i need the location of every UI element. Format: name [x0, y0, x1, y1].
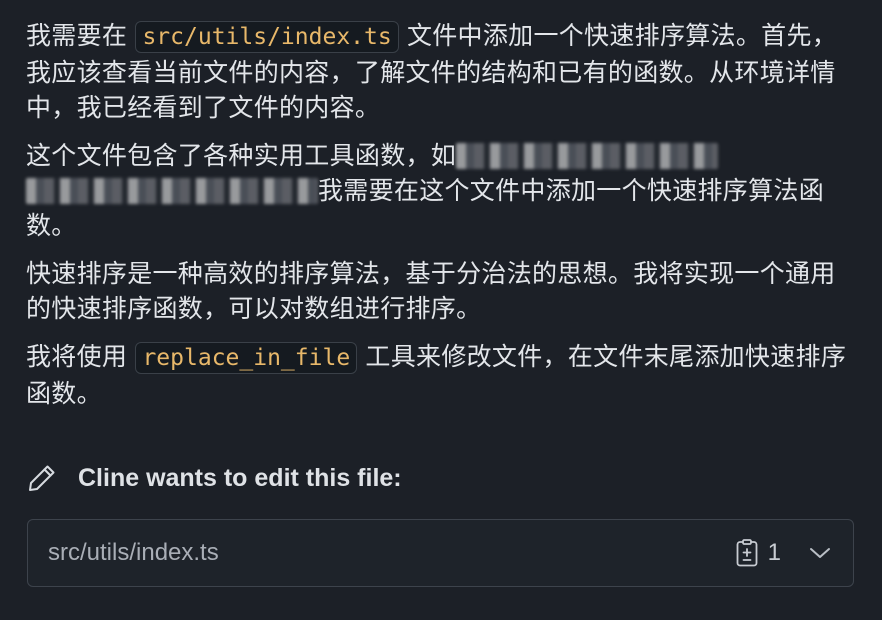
diff-summary: 1	[736, 539, 831, 567]
assistant-message: 我需要在 src/utils/index.ts 文件中添加一个快速排序算法。首先…	[26, 18, 856, 411]
diff-count: 1	[767, 539, 781, 566]
redacted-text	[26, 178, 318, 204]
message-text: 这个文件包含了各种实用工具函数，如	[26, 141, 457, 170]
inline-code-file-path: src/utils/index.ts	[135, 21, 399, 53]
message-paragraph-4: 我将使用 replace_in_file 工具来修改文件，在文件末尾添加快速排序…	[26, 339, 856, 411]
inline-code-tool-name: replace_in_file	[135, 342, 358, 374]
diff-icon	[736, 539, 758, 567]
edit-request-header: Cline wants to edit this file:	[26, 458, 402, 498]
file-path-label: src/utils/index.ts	[48, 539, 219, 566]
edit-request-title: Cline wants to edit this file:	[78, 463, 402, 492]
message-text: 我需要在	[26, 21, 128, 50]
redacted-text	[456, 143, 719, 169]
message-paragraph-1: 我需要在 src/utils/index.ts 文件中添加一个快速排序算法。首先…	[26, 18, 856, 125]
message-paragraph-3: 快速排序是一种高效的排序算法，基于分治法的思想。我将实现一个通用的快速排序函数，…	[26, 259, 836, 323]
message-text: 我将使用	[26, 342, 128, 371]
chevron-down-icon[interactable]	[809, 546, 831, 560]
message-paragraph-2: 这个文件包含了各种实用工具函数，如 我需要在这个文件中添加一个快速排序算法函数。	[26, 138, 856, 243]
pencil-icon	[26, 462, 58, 494]
file-edit-card[interactable]: src/utils/index.ts 1	[27, 519, 854, 587]
